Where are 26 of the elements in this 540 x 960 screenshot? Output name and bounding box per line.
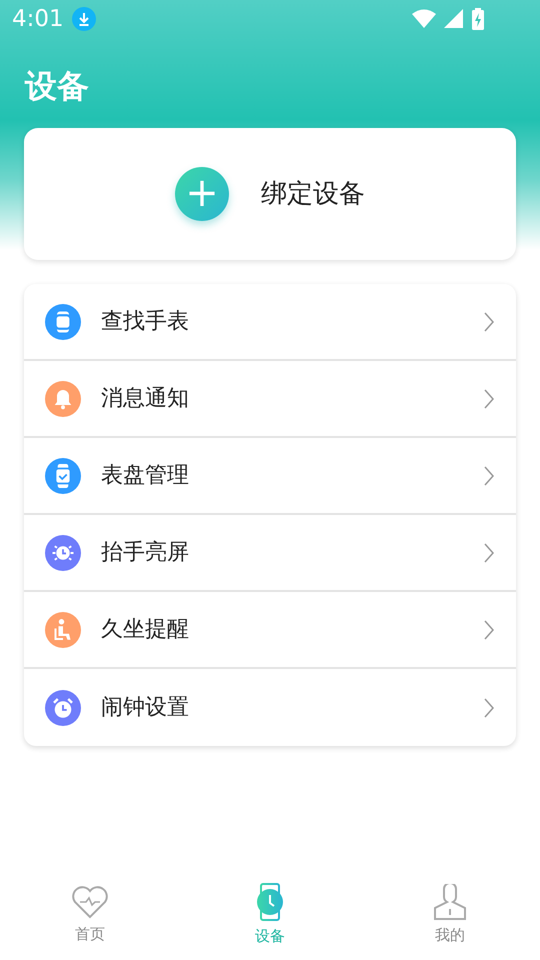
status-time: 4:01	[12, 4, 64, 34]
nav-tab[interactable]: 首页	[0, 870, 180, 960]
menu-item[interactable]: 消息通知	[24, 361, 516, 438]
battery-icon	[472, 8, 484, 30]
add-icon: +	[175, 167, 229, 221]
menu-item[interactable]: 久坐提醒	[24, 592, 516, 669]
wifi-icon	[412, 9, 436, 29]
nav-tab[interactable]: 我的	[360, 870, 540, 960]
chevron-right-icon	[484, 466, 494, 486]
menu-item[interactable]: 查找手表	[24, 284, 516, 361]
chevron-right-icon	[484, 542, 494, 562]
chevron-right-icon	[484, 620, 494, 640]
person-icon	[433, 884, 467, 920]
chevron-right-icon	[484, 312, 494, 332]
chevron-right-icon	[484, 388, 494, 408]
menu-item[interactable]: 闹钟设置	[24, 669, 516, 746]
watch-icon	[255, 882, 285, 921]
bind-device-label: 绑定设备	[261, 178, 365, 210]
menu-item[interactable]: 表盘管理	[24, 438, 516, 515]
chevron-right-icon	[484, 698, 494, 718]
signal-icon	[444, 9, 464, 29]
heart-pulse-icon	[71, 884, 109, 919]
bind-device-card[interactable]: + 绑定设备	[24, 128, 516, 260]
page-title: 设备	[24, 66, 90, 107]
download-icon	[72, 7, 96, 31]
menu-item[interactable]: 抬手亮屏	[24, 515, 516, 592]
